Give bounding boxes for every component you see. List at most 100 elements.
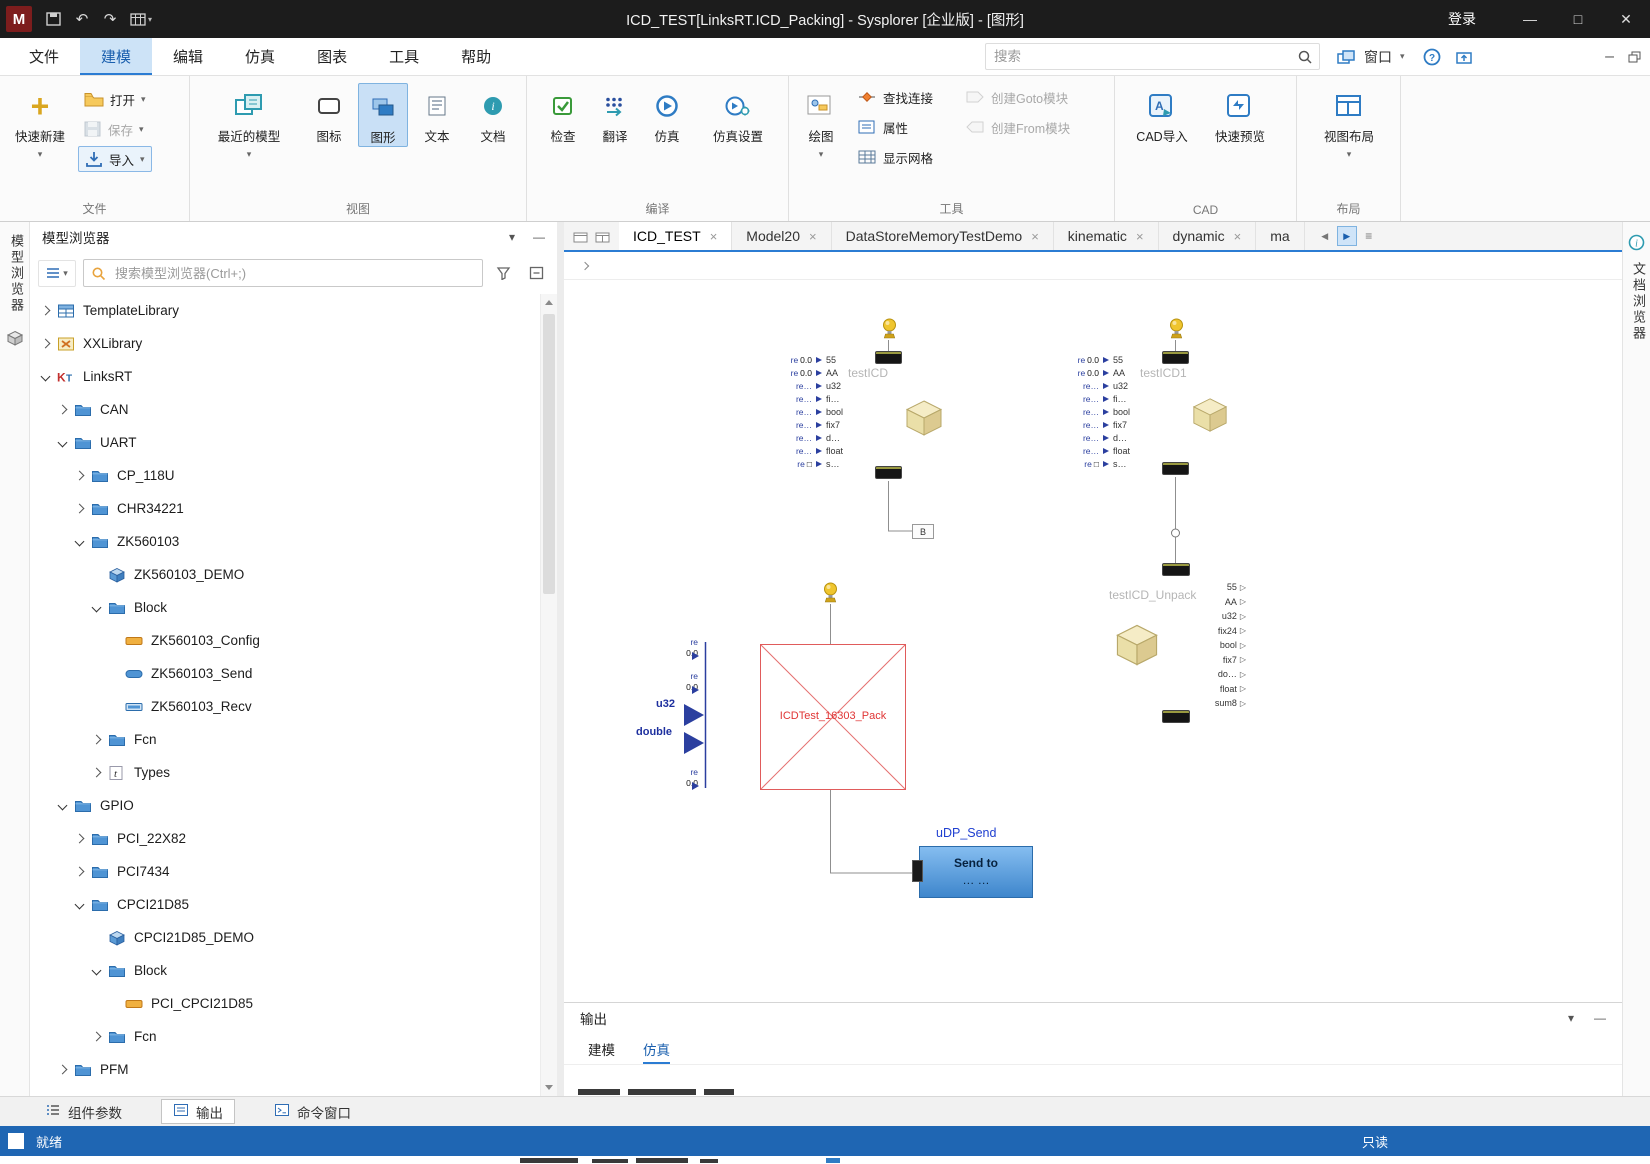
expand-icon[interactable] — [58, 405, 68, 415]
collapse-icon[interactable] — [75, 900, 85, 910]
bus-block[interactable] — [1162, 563, 1190, 576]
lamp-icon[interactable] — [881, 318, 898, 345]
lamp-icon[interactable] — [822, 582, 839, 609]
tree-item-ZK560103_Config[interactable]: ZK560103_Config — [30, 624, 539, 657]
quick-access-caret-icon[interactable]: ▾ — [148, 15, 152, 24]
window-caret-icon[interactable]: ▾ — [1400, 51, 1405, 62]
collapse-icon[interactable] — [92, 966, 102, 976]
doc-tab-DataStoreMemoryTestDemo[interactable]: DataStoreMemoryTestDemo× — [832, 222, 1054, 250]
open-button[interactable]: 打开 ▾ — [78, 86, 152, 112]
view-layout-button[interactable]: 视图布局 ▾ — [1315, 83, 1383, 160]
quick-preview-button[interactable]: 快速预览 — [1207, 83, 1273, 145]
panel-collapse-icon[interactable]: — — [533, 230, 545, 244]
bottom-tab-命令窗口[interactable]: 命令窗口 — [263, 1099, 362, 1124]
menu-工具[interactable]: 工具 — [368, 38, 440, 75]
child-minimize-icon[interactable]: – — [1605, 48, 1614, 66]
popout-frame-icon[interactable] — [1455, 49, 1473, 65]
import-button[interactable]: 导入 ▾ — [78, 146, 152, 172]
collapse-icon[interactable] — [41, 372, 51, 382]
save-icon[interactable] — [40, 5, 68, 33]
menu-编辑[interactable]: 编辑 — [152, 38, 224, 75]
diagram-canvas[interactable]: re0.055re0.0AAre…u32re…fi…re…boolre…fix7… — [564, 280, 1622, 1002]
bus-block[interactable] — [875, 466, 902, 479]
close-button[interactable]: ✕ — [1602, 0, 1650, 38]
tree-item-XXLibrary[interactable]: XXLibrary — [30, 327, 539, 360]
tree-item-CAN[interactable]: CAN — [30, 393, 539, 426]
menu-建模[interactable]: 建模 — [80, 38, 152, 75]
tree-item-PFM[interactable]: PFM — [30, 1053, 539, 1086]
tree-item-CP_118U[interactable]: CP_118U — [30, 459, 539, 492]
collapse-all-icon[interactable] — [523, 260, 549, 286]
expand-icon[interactable] — [75, 867, 85, 877]
scroll-up-icon[interactable] — [541, 294, 557, 311]
bus-block[interactable] — [1162, 710, 1190, 723]
save-button[interactable]: 保存 ▾ — [78, 116, 150, 142]
bottom-tab-输出[interactable]: 输出 — [161, 1099, 235, 1124]
package-cube-icon[interactable] — [1114, 622, 1160, 673]
menu-帮助[interactable]: 帮助 — [440, 38, 512, 75]
collapse-icon[interactable] — [92, 603, 102, 613]
expand-icon[interactable] — [41, 339, 51, 349]
tree-item-TemplateLibrary[interactable]: TemplateLibrary — [30, 294, 539, 327]
search-icon[interactable] — [1297, 49, 1313, 65]
browser-search-input[interactable] — [113, 265, 475, 282]
output-collapse-icon[interactable]: — — [1594, 1011, 1606, 1025]
browser-view-mode-button[interactable]: ▾ — [38, 260, 76, 287]
expand-icon[interactable] — [92, 768, 102, 778]
tree-item-ZK560103_Recv[interactable]: ZK560103_Recv — [30, 690, 539, 723]
tree-item-Types[interactable]: tTypes — [30, 756, 539, 789]
diagram-view-button[interactable]: 图形 — [358, 83, 408, 147]
tree-item-Fcn[interactable]: Fcn — [30, 1020, 539, 1053]
icon-view-button[interactable]: 图标 — [304, 83, 354, 145]
tab-list-icon[interactable]: ≡ — [1359, 226, 1379, 246]
doc-tab-Model20[interactable]: Model20× — [732, 222, 831, 250]
maximize-button[interactable]: □ — [1554, 0, 1602, 38]
bottom-tab-组件参数[interactable]: 组件参数 — [34, 1099, 133, 1124]
menu-文件[interactable]: 文件 — [8, 38, 80, 75]
tree-item-PCI_22X82[interactable]: PCI_22X82 — [30, 822, 539, 855]
create-from-button[interactable]: 创建From模块 — [959, 114, 1076, 140]
expand-icon[interactable] — [41, 306, 51, 316]
doc-tab-ICD_TEST[interactable]: ICD_TEST× — [619, 222, 732, 250]
scroll-down-icon[interactable] — [541, 1079, 557, 1096]
tree-item-PCI_CPCI21D85[interactable]: PCI_CPCI21D85 — [30, 987, 539, 1020]
expand-icon[interactable] — [75, 834, 85, 844]
tree-item-UART[interactable]: UART — [30, 426, 539, 459]
panel-menu-caret-icon[interactable]: ▾ — [509, 230, 515, 244]
tree-item-CPCI21D85[interactable]: CPCI21D85 — [30, 888, 539, 921]
expand-icon[interactable] — [58, 1065, 68, 1075]
package-cube-icon[interactable] — [904, 398, 944, 443]
menu-图表[interactable]: 图表 — [296, 38, 368, 75]
breadcrumb-chevron-icon[interactable] — [581, 261, 589, 269]
translate-button[interactable]: 翻译 — [591, 83, 639, 145]
collapse-icon[interactable] — [75, 537, 85, 547]
expand-icon[interactable] — [75, 471, 85, 481]
check-button[interactable]: 检查 — [539, 83, 587, 145]
help-icon[interactable]: ? — [1423, 48, 1441, 66]
tree-item-CHR34221[interactable]: CHR34221 — [30, 492, 539, 525]
window-menu[interactable]: 窗口 — [1364, 47, 1392, 67]
login-button[interactable]: 登录 — [1448, 9, 1476, 29]
quick-new-button[interactable]: + 快速新建 ▾ — [8, 83, 72, 160]
small-block[interactable]: B — [912, 524, 934, 539]
tree-item-Block[interactable]: Block — [30, 954, 539, 987]
tree-item-CPCI21D85_DEMO[interactable]: CPCI21D85_DEMO — [30, 921, 539, 954]
simulate-button[interactable]: 仿真 — [643, 83, 691, 145]
collapse-icon[interactable] — [58, 801, 68, 811]
output-tab-simulation[interactable]: 仿真 — [643, 1033, 670, 1064]
windows-icon[interactable] — [1336, 49, 1356, 65]
find-connection-button[interactable]: 查找连接 — [851, 84, 939, 110]
document-view-button[interactable]: i 文档 — [466, 83, 520, 145]
scrollbar-thumb[interactable] — [543, 314, 555, 594]
close-tab-icon[interactable]: × — [1136, 229, 1144, 244]
cad-import-button[interactable]: A CAD导入 — [1129, 83, 1195, 145]
lamp-icon[interactable] — [1168, 318, 1185, 345]
doc-tab-dynamic[interactable]: dynamic× — [1159, 222, 1257, 250]
close-tab-icon[interactable]: × — [710, 229, 718, 244]
tree-item-ZK560103[interactable]: ZK560103 — [30, 525, 539, 558]
close-tab-icon[interactable]: × — [1234, 229, 1242, 244]
properties-button[interactable]: 属性 — [851, 114, 914, 140]
undo-icon[interactable]: ↶ — [68, 5, 96, 33]
tree-item-Block[interactable]: Block — [30, 591, 539, 624]
close-tab-icon[interactable]: × — [809, 229, 817, 244]
